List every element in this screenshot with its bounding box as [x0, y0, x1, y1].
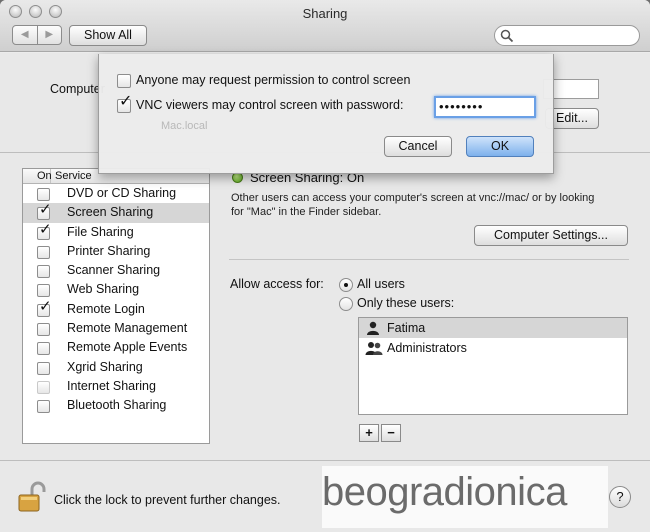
service-label: Remote Management	[67, 321, 188, 336]
user-name: Fatima	[387, 321, 426, 335]
service-item[interactable]: ✓ Remote Login	[23, 299, 209, 319]
search-icon	[500, 29, 514, 43]
service-checkbox[interactable]	[37, 245, 50, 259]
vnc-password-checkbox[interactable]: ✓	[117, 94, 132, 113]
only-these-users-label[interactable]: Only these users:	[357, 296, 454, 310]
service-item[interactable]: ✓ File Sharing	[23, 222, 209, 242]
service-item[interactable]: Web Sharing	[23, 280, 209, 299]
divider	[0, 460, 650, 461]
service-item[interactable]: Xgrid Sharing	[23, 358, 209, 377]
user-name: Administrators	[387, 341, 467, 355]
computer-name-label: Computer	[50, 82, 105, 96]
user-list[interactable]: Fatima Administrators	[358, 317, 628, 415]
request-permission-label[interactable]: Anyone may request permission to control…	[136, 73, 410, 87]
service-checkbox[interactable]	[37, 342, 50, 356]
service-checkbox[interactable]: ✓	[37, 299, 52, 317]
computer-settings-button[interactable]: Computer Settings...	[474, 225, 628, 246]
lock-icon[interactable]	[18, 481, 46, 513]
service-label: Bluetooth Sharing	[67, 398, 167, 413]
service-label: Scanner Sharing	[67, 263, 161, 278]
service-checkbox[interactable]: ✓	[37, 202, 52, 221]
vnc-password-label[interactable]: VNC viewers may control screen with pass…	[136, 98, 403, 112]
service-checkbox[interactable]	[37, 380, 50, 394]
all-users-label[interactable]: All users	[357, 277, 405, 291]
ok-button[interactable]: OK	[466, 136, 534, 157]
service-label: DVD or CD Sharing	[67, 186, 177, 200]
service-checkbox[interactable]	[37, 188, 50, 201]
user-list-item[interactable]: Fatima	[359, 318, 627, 338]
service-item[interactable]: Internet Sharing	[23, 377, 209, 396]
service-label: Internet Sharing	[67, 378, 156, 393]
options-sheet: Mac.local Anyone may request permission …	[98, 54, 554, 174]
window-title: Sharing	[302, 6, 348, 21]
cancel-button[interactable]: Cancel	[384, 136, 452, 157]
search-input[interactable]	[494, 25, 640, 46]
service-label: File Sharing	[67, 224, 134, 239]
service-item[interactable]: Scanner Sharing	[23, 261, 209, 280]
radio-all-users[interactable]	[339, 278, 353, 292]
service-item[interactable]: Printer Sharing	[23, 242, 209, 261]
service-checkbox[interactable]	[37, 361, 50, 375]
watermark-text: beogradionica	[322, 470, 567, 514]
service-checkbox[interactable]: ✓	[37, 222, 52, 240]
ghost-computer-address: Mac.local	[161, 120, 208, 132]
service-label: Remote Login	[67, 301, 145, 316]
radio-dot	[344, 283, 348, 287]
header-service[interactable]: Service	[51, 169, 92, 183]
service-list[interactable]: On Service DVD or CD Sharing ✓ Screen Shar…	[22, 168, 210, 444]
service-label: Screen Sharing	[67, 205, 154, 220]
service-label: Xgrid Sharing	[67, 359, 143, 374]
user-icon	[367, 321, 379, 335]
service-label: Web Sharing	[67, 282, 140, 297]
checkmark-icon: ✓	[39, 297, 52, 315]
service-item[interactable]: Remote Apple Events	[23, 338, 209, 357]
add-user-button[interactable]: +	[359, 424, 379, 442]
header-on[interactable]: On	[23, 169, 52, 183]
allow-access-label: Allow access for:	[230, 277, 324, 291]
service-checkbox[interactable]	[37, 284, 50, 298]
show-all-button[interactable]: Show All	[69, 25, 147, 46]
lock-message: Click the lock to prevent further change…	[54, 493, 281, 507]
service-checkbox[interactable]	[37, 265, 50, 279]
service-item[interactable]: Remote Management	[23, 319, 209, 338]
back-button[interactable]: ◀	[13, 26, 38, 44]
divider	[229, 259, 629, 260]
back-forward-control[interactable]: ◀ ▶	[12, 25, 62, 45]
user-list-item[interactable]: Administrators	[359, 338, 627, 358]
titlebar: Sharing ◀ ▶ Show All	[0, 0, 650, 52]
help-button[interactable]: ?	[609, 486, 631, 508]
request-permission-checkbox[interactable]	[117, 74, 131, 88]
service-checkbox[interactable]	[37, 323, 50, 337]
service-label: Remote Apple Events	[67, 340, 188, 355]
vnc-password-field[interactable]: ••••••••	[434, 96, 536, 118]
service-item[interactable]: Bluetooth Sharing	[23, 396, 209, 415]
checkmark-icon: ✓	[39, 220, 52, 238]
group-icon	[365, 342, 383, 355]
forward-button[interactable]: ▶	[38, 26, 62, 44]
remove-user-button[interactable]: −	[381, 424, 401, 442]
radio-only-these-users[interactable]	[339, 297, 353, 311]
status-description: Other users can access your computer's s…	[231, 192, 595, 218]
service-checkbox[interactable]	[37, 400, 50, 414]
checkmark-icon: ✓	[119, 93, 133, 110]
service-label: Printer Sharing	[67, 243, 151, 258]
checkmark-icon: ✓	[39, 201, 52, 219]
sharing-window: Sharing ◀ ▶ Show All Computer Edit... On…	[0, 0, 650, 532]
service-item[interactable]: ✓ Screen Sharing	[23, 202, 209, 223]
